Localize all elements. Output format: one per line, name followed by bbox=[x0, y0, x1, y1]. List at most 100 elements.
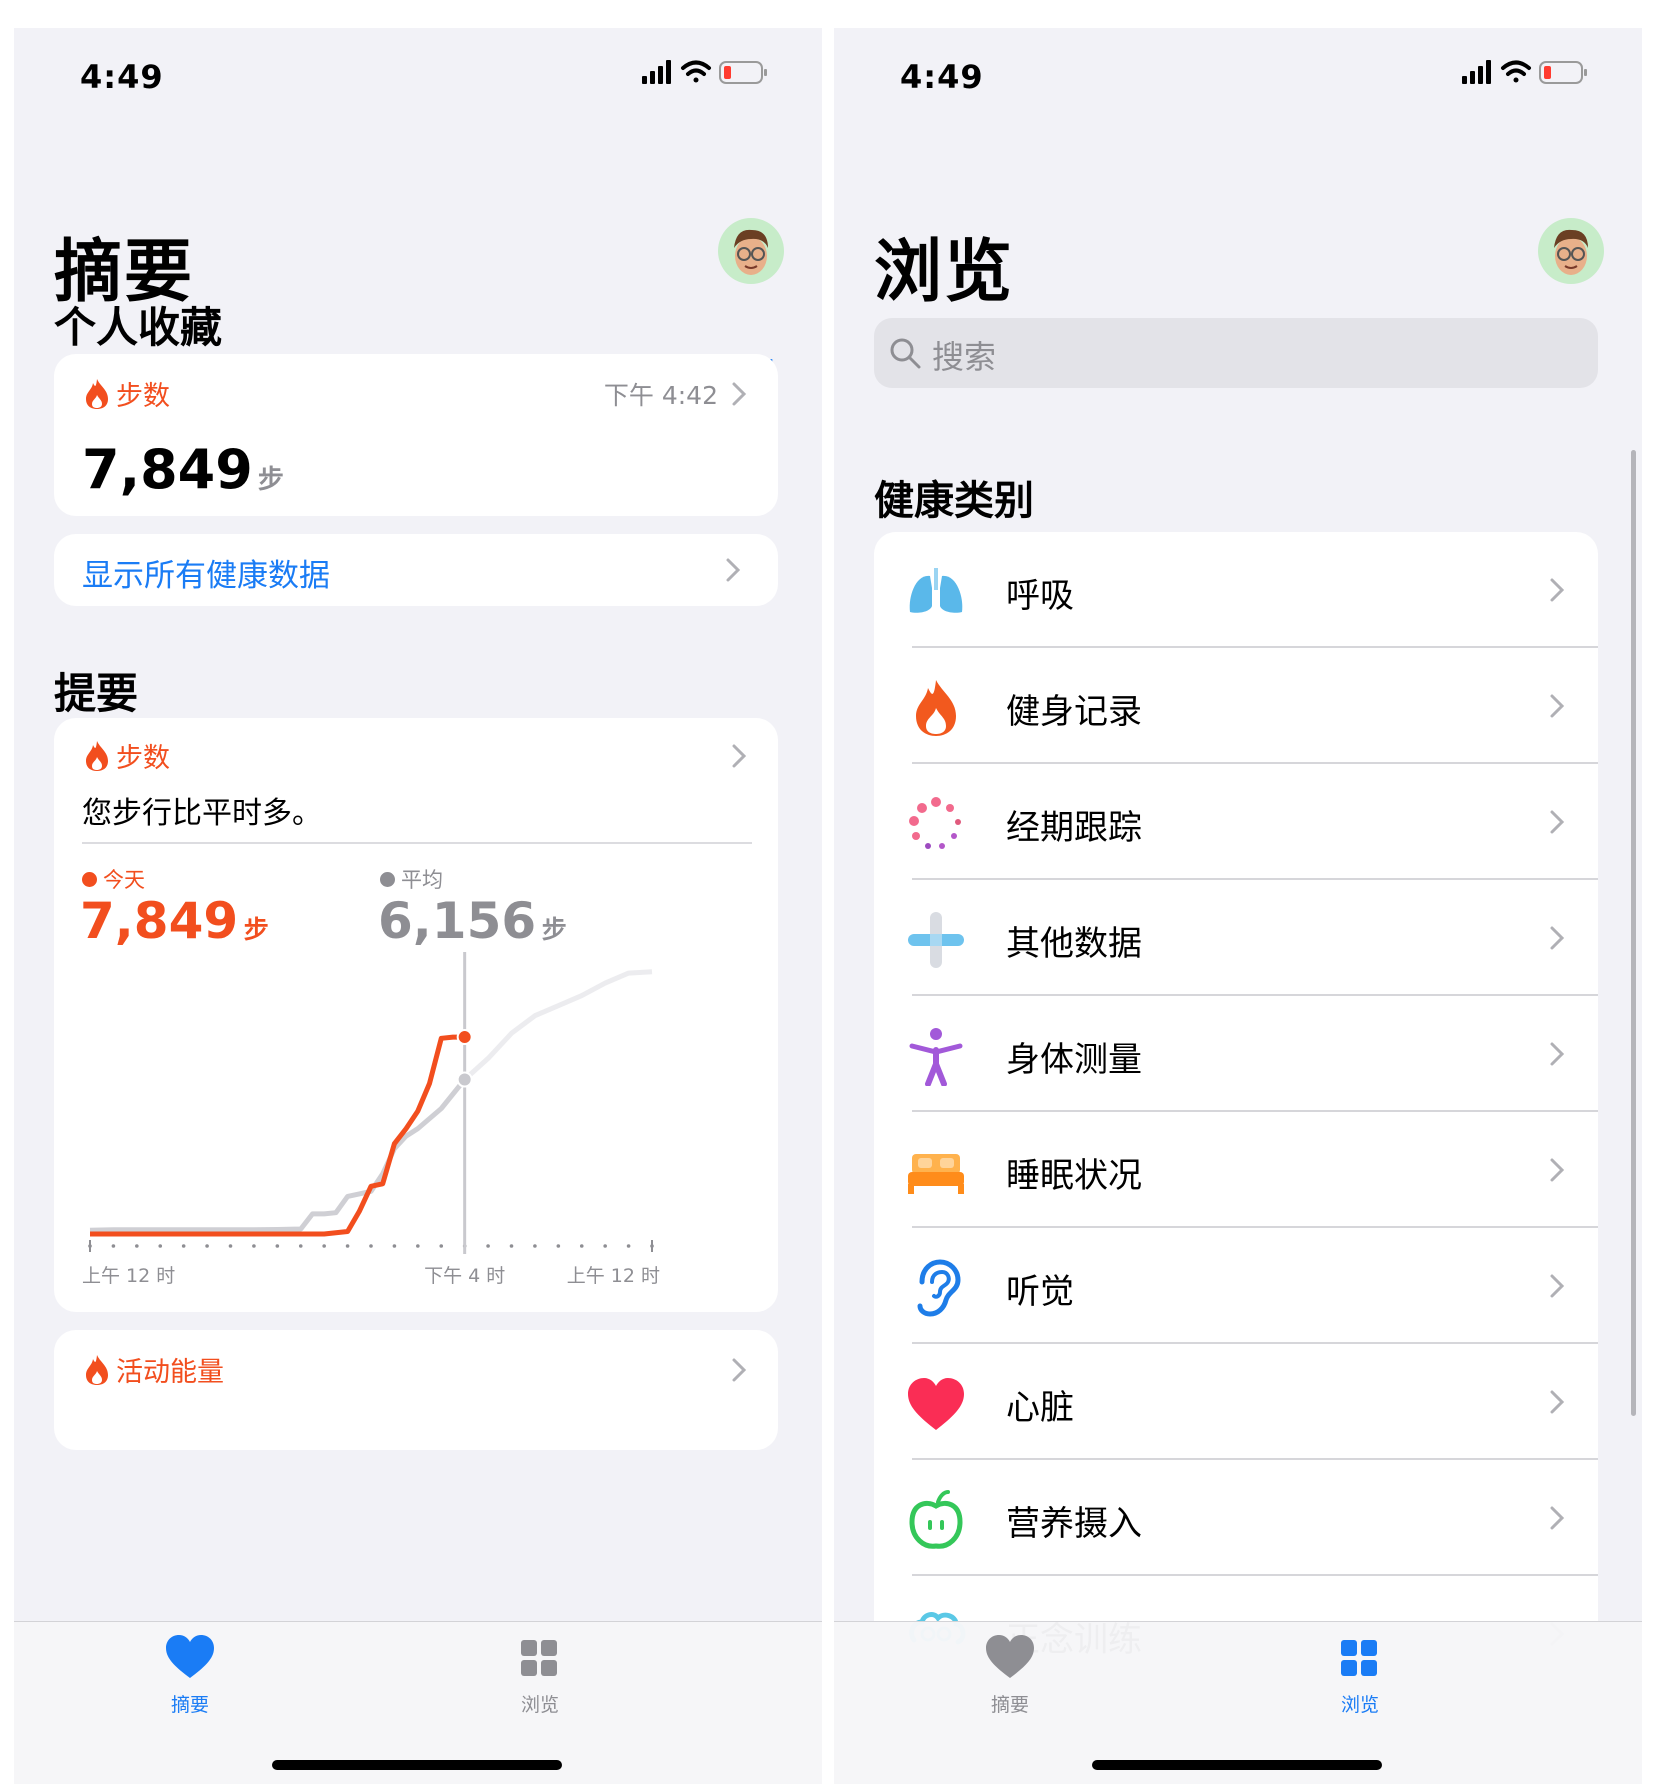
avatar[interactable] bbox=[1538, 218, 1604, 284]
memoji-avatar-icon bbox=[734, 229, 768, 275]
page-title: 浏览 bbox=[874, 233, 1015, 312]
home-indicator bbox=[1092, 1760, 1382, 1770]
category-body-measurements[interactable]: 身体测量 bbox=[874, 996, 1598, 1112]
category-activity[interactable]: 健身记录 bbox=[874, 648, 1598, 764]
x-axis-tick bbox=[111, 1244, 116, 1248]
heart-icon bbox=[908, 1378, 964, 1430]
category-sleep[interactable]: 睡眠状况 bbox=[874, 1112, 1598, 1228]
category-label: 其他数据 bbox=[1006, 924, 1142, 964]
favorites-heading: 个人收藏 bbox=[54, 303, 223, 352]
category-label: 呼吸 bbox=[1006, 576, 1074, 616]
tab-browse[interactable]: 浏览 bbox=[440, 1634, 640, 1717]
chevron-right-icon bbox=[1550, 1274, 1565, 1298]
wifi-icon bbox=[1501, 60, 1531, 83]
categories-heading: 健康类别 bbox=[874, 478, 1034, 524]
x-axis-tick bbox=[345, 1244, 350, 1248]
status-icons bbox=[642, 60, 767, 84]
heart-tab-icon bbox=[986, 1635, 1034, 1678]
tab-summary[interactable]: 摘要 bbox=[910, 1634, 1110, 1717]
steps-favorite-card[interactable]: 步数 下午 4:42 7,849 步 bbox=[54, 354, 778, 516]
search-field[interactable]: 搜索 bbox=[874, 318, 1598, 388]
x-axis-tick bbox=[416, 1244, 420, 1248]
tab-summary-label: 摘要 bbox=[170, 1694, 209, 1716]
today-current-point bbox=[456, 1029, 473, 1046]
heart-tab-icon bbox=[166, 1635, 214, 1678]
x-axis-tick bbox=[579, 1244, 584, 1248]
x-axis-tick bbox=[533, 1244, 537, 1248]
x-axis-tick bbox=[205, 1244, 209, 1248]
tab-summary[interactable]: 摘要 bbox=[90, 1634, 290, 1717]
steps-highlight-card[interactable]: 步数 您步行比平时多。 今天 7,849 步 平均 6,156 步 上午 12 bbox=[54, 718, 778, 1312]
grid-tab-icon bbox=[1341, 1640, 1377, 1676]
tab-browse-label: 浏览 bbox=[520, 1694, 559, 1716]
grid-tab-icon bbox=[521, 1640, 557, 1676]
status-icons bbox=[1462, 60, 1587, 84]
tab-summary-label: 摘要 bbox=[990, 1694, 1029, 1716]
battery-low-icon bbox=[719, 61, 767, 84]
category-hearing[interactable]: 听觉 bbox=[874, 1228, 1598, 1344]
wifi-icon bbox=[681, 60, 711, 83]
x-axis-ticks bbox=[88, 1240, 654, 1252]
x-axis-tick bbox=[158, 1244, 163, 1248]
x-tick-label: 上午 12 时 bbox=[567, 1265, 660, 1287]
lungs-icon bbox=[909, 568, 963, 613]
show-all-health-data-button[interactable]: 显示所有健康数据 bbox=[54, 534, 778, 606]
flame-icon bbox=[86, 379, 108, 409]
status-time: 4:49 bbox=[80, 58, 164, 96]
active-energy-label: 活动能量 bbox=[116, 1357, 224, 1388]
x-axis-tick bbox=[252, 1244, 256, 1248]
category-label: 健身记录 bbox=[1006, 692, 1142, 732]
x-axis-tick bbox=[228, 1244, 233, 1248]
summary-screen: 4:49 摘要 个人收藏 编辑 步数 bbox=[14, 28, 822, 1784]
x-axis-tick bbox=[509, 1244, 514, 1248]
chevron-right-icon bbox=[1550, 1158, 1565, 1182]
tab-browse-label: 浏览 bbox=[1340, 1694, 1379, 1716]
x-axis-tick bbox=[439, 1244, 444, 1248]
avatar[interactable] bbox=[718, 218, 784, 284]
battery-low-icon bbox=[1539, 61, 1587, 84]
flame-icon bbox=[916, 680, 956, 736]
category-respiratory[interactable]: 呼吸 bbox=[874, 532, 1598, 648]
chevron-right-icon bbox=[1550, 694, 1565, 718]
tab-browse[interactable]: 浏览 bbox=[1260, 1634, 1460, 1717]
category-label: 经期跟踪 bbox=[1006, 808, 1142, 848]
category-list: 呼吸 健身记录 经期跟踪 其他数据 身体测量 睡眠状况 听觉 心脏 营养摄入 bbox=[874, 532, 1598, 1682]
category-heart[interactable]: 心脏 bbox=[874, 1344, 1598, 1460]
cellular-signal-icon bbox=[1462, 60, 1491, 84]
search-icon bbox=[890, 338, 921, 369]
steps-timestamp: 下午 4:42 bbox=[603, 381, 718, 410]
category-cycle-tracking[interactable]: 经期跟踪 bbox=[874, 764, 1598, 880]
x-axis-tick bbox=[626, 1244, 631, 1248]
chevron-right-icon bbox=[1550, 926, 1565, 950]
steps-unit: 步 bbox=[257, 465, 284, 495]
highlights-heading: 提要 bbox=[54, 669, 139, 718]
active-energy-card[interactable]: 活动能量 bbox=[54, 1330, 778, 1450]
chevron-right-icon bbox=[1550, 1390, 1565, 1414]
steps-comparison-chart: 上午 12 时 下午 4 时 上午 12 时 bbox=[82, 952, 660, 1287]
cellular-signal-icon bbox=[642, 60, 671, 84]
x-axis-tick bbox=[486, 1244, 490, 1248]
chevron-right-icon bbox=[732, 382, 747, 406]
bed-icon bbox=[908, 1154, 964, 1194]
x-axis-tick bbox=[181, 1244, 186, 1248]
tab-bar: 摘要 浏览 bbox=[14, 1621, 822, 1784]
average-current-point bbox=[456, 1071, 473, 1088]
chevron-right-icon bbox=[1550, 578, 1565, 602]
search-placeholder: 搜索 bbox=[932, 338, 997, 376]
category-label: 心脏 bbox=[1006, 1388, 1074, 1428]
flame-icon bbox=[86, 1355, 108, 1385]
category-other-data[interactable]: 其他数据 bbox=[874, 880, 1598, 996]
category-nutrition[interactable]: 营养摄入 bbox=[874, 1460, 1598, 1576]
x-tick-label: 上午 12 时 bbox=[82, 1265, 175, 1287]
x-axis-tick bbox=[322, 1244, 326, 1248]
category-label: 身体测量 bbox=[1006, 1040, 1142, 1080]
chevron-right-icon bbox=[732, 1358, 747, 1382]
x-axis-tick bbox=[298, 1244, 303, 1248]
steps-label: 步数 bbox=[116, 381, 170, 412]
x-axis-tick bbox=[392, 1244, 397, 1248]
plus-cross-icon bbox=[908, 912, 964, 968]
chevron-right-icon bbox=[1550, 1042, 1565, 1066]
chevron-right-icon bbox=[1550, 1506, 1565, 1530]
scrollbar[interactable] bbox=[1631, 450, 1636, 1416]
chevron-right-icon bbox=[1550, 810, 1565, 834]
